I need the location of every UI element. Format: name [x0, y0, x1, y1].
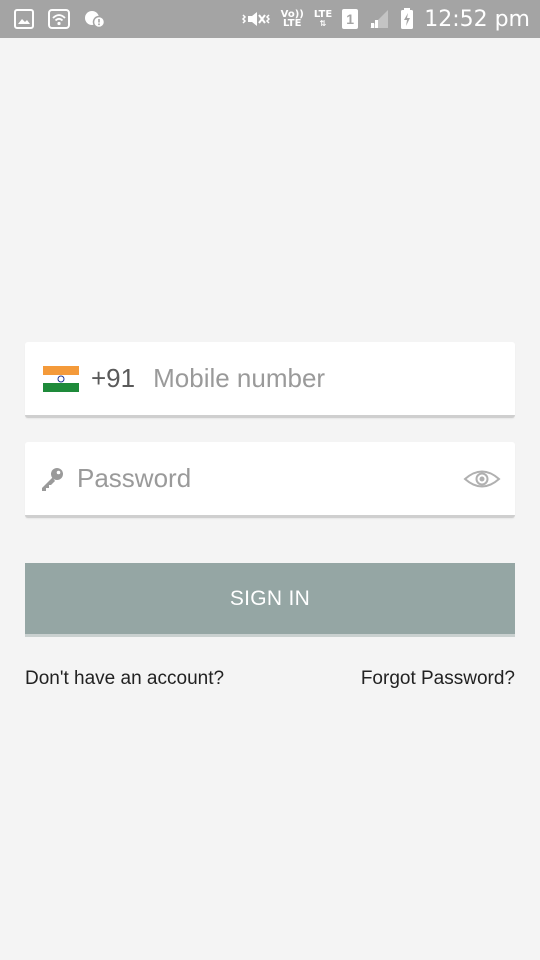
india-flag-icon[interactable]: [43, 365, 79, 392]
forgot-password-link[interactable]: Forgot Password?: [361, 668, 515, 690]
country-code[interactable]: +91: [91, 363, 135, 394]
vibrate-icon: [241, 9, 271, 29]
signal-icon: [368, 9, 390, 29]
mobile-number-field[interactable]: +91: [25, 342, 515, 418]
messenger-icon: [84, 9, 106, 29]
sign-in-button[interactable]: SIGN IN: [25, 563, 515, 637]
sign-up-link[interactable]: Don't have an account?: [25, 668, 224, 690]
status-time: 12:52 pm: [424, 6, 530, 32]
password-input[interactable]: [77, 463, 463, 494]
mobile-number-input[interactable]: [153, 363, 515, 394]
wifi-icon: [48, 9, 70, 29]
volte-bottom-text: LTE: [283, 18, 302, 29]
battery-charging-icon: [400, 8, 414, 30]
status-bar: Vo)) LTE LTE ⇅ 1 12:52 pm: [0, 0, 540, 38]
key-icon: [39, 466, 65, 492]
volte-icon: Vo)) LTE: [281, 10, 304, 29]
lte-icon: LTE ⇅: [313, 9, 333, 29]
lte-text: LTE: [313, 9, 333, 20]
show-password-eye-icon[interactable]: [463, 468, 501, 490]
sim-icon: 1: [342, 9, 359, 29]
data-arrows-icon: ⇅: [319, 19, 327, 28]
password-field[interactable]: [25, 442, 515, 518]
sim-slot-text: 1: [346, 11, 355, 27]
gallery-icon: [14, 9, 34, 29]
